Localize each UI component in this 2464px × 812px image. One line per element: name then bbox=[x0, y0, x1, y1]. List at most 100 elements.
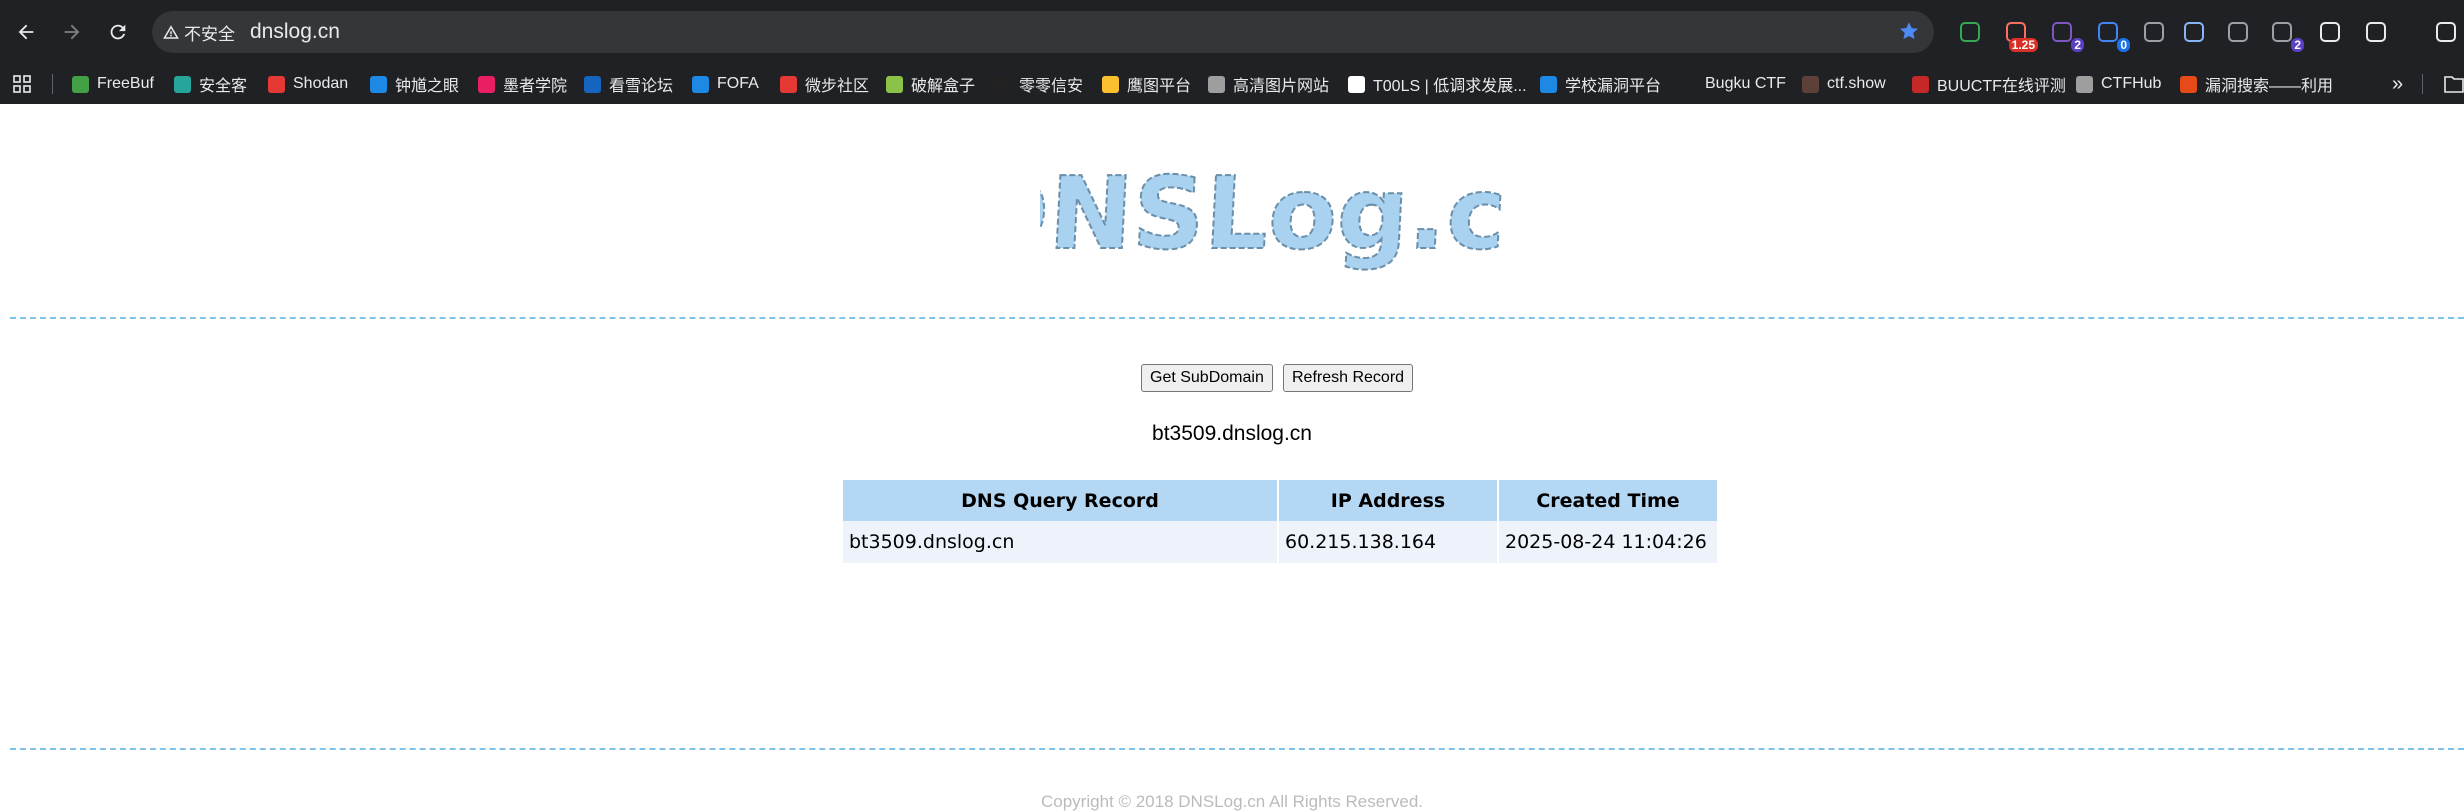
bookmark-favicon-icon bbox=[1208, 75, 1225, 93]
logo-image: DNSLog.cn bbox=[962, 154, 1581, 273]
bookmark-label: Shodan bbox=[293, 75, 349, 92]
bookmark-label: 安全客 bbox=[199, 78, 248, 95]
bookmark-item[interactable]: ctf.show bbox=[1802, 64, 1886, 104]
bookmark-label: 学校漏洞平台 bbox=[1565, 78, 1662, 95]
video-speed-extension-button[interactable]: 1.25 bbox=[2000, 16, 2038, 52]
forward-button[interactable] bbox=[56, 16, 88, 48]
created-time-cell: 2025-08-24 11:04:26 bbox=[1498, 521, 1717, 563]
bookmark-favicon-icon bbox=[174, 75, 191, 93]
bookmark-label: 鹰图平台 bbox=[1127, 78, 1192, 95]
security-indicator[interactable]: 不安全 bbox=[162, 19, 235, 45]
bookmark-favicon-icon bbox=[780, 75, 797, 93]
bookmark-item[interactable]: 鹰图平台 bbox=[1102, 64, 1191, 104]
bookmarks-bar: FreeBuf 安全客 Shodan 钟馗之眼 墨者学院 看雪论坛 FOFA 微步社区 破解盒子… bbox=[0, 64, 2464, 104]
shield-check-extension-icon bbox=[1960, 22, 1980, 42]
bookmark-favicon-icon bbox=[72, 75, 89, 93]
apps-grid-icon bbox=[13, 75, 31, 93]
bookmark-favicon-icon bbox=[268, 75, 285, 93]
reading-list-button[interactable] bbox=[2430, 16, 2462, 48]
chatgpt-extension-button[interactable] bbox=[2314, 16, 2346, 48]
browser-chrome: 不安全 dnslog.cn 1.25 2 0 2 FreeBuf 安全客 Shodan 钟馗… bbox=[0, 0, 2464, 104]
more-bookmarks-button[interactable]: » bbox=[2392, 64, 2403, 104]
folder-icon bbox=[2444, 76, 2464, 93]
security-label: 不安全 bbox=[184, 24, 235, 44]
bookmark-favicon-icon bbox=[2076, 75, 2093, 93]
bookmark-item[interactable]: 破解盒子 bbox=[886, 64, 975, 104]
bookmark-label: 高清图片网站 bbox=[1233, 78, 1330, 95]
proxy-extension-button[interactable] bbox=[2178, 16, 2210, 48]
column-header-ip-address: IP Address bbox=[1278, 480, 1499, 521]
hack-bar-extension-button[interactable]: 2 bbox=[2046, 16, 2084, 52]
cookie-extension-button[interactable]: 0 bbox=[2092, 16, 2130, 52]
bookmark-label: CTFHub bbox=[2101, 75, 2162, 92]
bookmark-item[interactable]: 看雪论坛 bbox=[584, 64, 673, 104]
user-agent-extension-button[interactable]: 2 bbox=[2266, 16, 2304, 52]
logo-text: DNSLog.cn bbox=[1040, 155, 1510, 272]
puzzle-extensions-button[interactable] bbox=[2360, 16, 2392, 48]
reading-list-icon bbox=[2436, 22, 2456, 42]
column-header-dns-query: DNS Query Record bbox=[843, 480, 1279, 521]
bookmark-favicon-icon bbox=[2180, 75, 2197, 93]
glasses-extension-button[interactable] bbox=[2222, 16, 2254, 48]
bookmark-item[interactable]: 钟馗之眼 bbox=[370, 64, 459, 104]
back-button[interactable] bbox=[10, 16, 42, 48]
bookmark-item[interactable]: BUUCTF在线评测 bbox=[1912, 64, 2066, 104]
bookmark-item[interactable]: Shodan bbox=[268, 64, 348, 104]
bookmark-label: T00LS | 低调求发展... bbox=[1373, 78, 1527, 95]
user-agent-extension-icon bbox=[2272, 22, 2292, 42]
bookmark-favicon-icon bbox=[994, 75, 1011, 93]
bookmarks-divider-right bbox=[2422, 74, 2423, 94]
dnslog-logo: DNSLog.cn bbox=[962, 150, 1581, 280]
proxy-extension-icon bbox=[2184, 22, 2204, 42]
arrow-left-icon bbox=[18, 24, 34, 40]
reload-button[interactable] bbox=[102, 16, 134, 48]
bookmark-favicon-icon bbox=[478, 75, 495, 93]
bookmark-label: 墨者学院 bbox=[503, 78, 568, 95]
bookmark-item[interactable]: 漏洞搜索——利用 bbox=[2180, 64, 2333, 104]
shield-check-extension-button[interactable] bbox=[1954, 16, 1986, 48]
bookmark-item[interactable]: 微步社区 bbox=[780, 64, 869, 104]
glasses-extension-icon bbox=[2228, 22, 2248, 42]
bookmark-item[interactable]: FreeBuf bbox=[72, 64, 154, 104]
url-text[interactable]: dnslog.cn bbox=[250, 20, 340, 44]
bookmark-favicon-icon bbox=[584, 75, 601, 93]
dns-query-cell: bt3509.dnslog.cn bbox=[843, 521, 1279, 563]
bookmark-label: FreeBuf bbox=[97, 75, 154, 92]
bookmark-item[interactable]: CTFHub bbox=[2076, 64, 2161, 104]
bookmark-item[interactable]: FOFA bbox=[692, 64, 759, 104]
all-bookmarks-button[interactable] bbox=[2444, 64, 2464, 104]
bookmark-label: 微步社区 bbox=[805, 78, 870, 95]
star-icon bbox=[1900, 22, 1918, 40]
bookmark-favicon-icon bbox=[1802, 75, 1819, 93]
bookmark-label: Bugku CTF bbox=[1705, 75, 1786, 92]
bookmark-item[interactable]: 安全客 bbox=[174, 64, 247, 104]
bookmark-favicon-icon bbox=[1912, 75, 1929, 93]
bookmark-item[interactable]: T00LS | 低调求发展... bbox=[1348, 64, 1527, 104]
bookmark-label: BUUCTF在线评测 bbox=[1937, 78, 2066, 95]
wappalyzer-extension-button[interactable] bbox=[2138, 16, 2170, 48]
address-bar[interactable]: 不安全 dnslog.cn bbox=[152, 11, 1934, 53]
refresh-record-button[interactable]: Refresh Record bbox=[1283, 364, 1414, 392]
bookmark-label: 零零信安 bbox=[1019, 78, 1084, 95]
bookmark-item[interactable]: 墨者学院 bbox=[478, 64, 567, 104]
apps-button[interactable] bbox=[12, 64, 32, 104]
bookmark-label: 钟馗之眼 bbox=[395, 78, 460, 95]
bottom-divider bbox=[10, 748, 2464, 750]
current-subdomain: bt3509.dnslog.cn bbox=[1152, 422, 1312, 445]
get-subdomain-button[interactable]: Get SubDomain bbox=[1141, 364, 1273, 392]
copyright-text: Copyright © 2018 DNSLog.cn All Rights Re… bbox=[1041, 792, 1423, 811]
bookmark-label: 破解盒子 bbox=[911, 78, 976, 95]
bookmark-item[interactable]: Bugku CTF bbox=[1680, 64, 1786, 104]
wappalyzer-extension-icon bbox=[2144, 22, 2164, 42]
bookmark-label: 漏洞搜索——利用 bbox=[2205, 78, 2334, 95]
bookmark-star-button[interactable] bbox=[1898, 20, 1920, 47]
column-header-created-time: Created Time bbox=[1498, 480, 1717, 521]
bookmark-favicon-icon bbox=[692, 75, 709, 93]
bookmark-label: ctf.show bbox=[1827, 75, 1886, 92]
hack-bar-extension-icon bbox=[2052, 22, 2072, 42]
bookmark-item[interactable]: 高清图片网站 bbox=[1208, 64, 1329, 104]
extension-badge: 1.25 bbox=[2008, 38, 2038, 52]
bookmark-item[interactable]: 学校漏洞平台 bbox=[1540, 64, 1661, 104]
bookmark-item[interactable]: 零零信安 bbox=[994, 64, 1083, 104]
cookie-extension-icon bbox=[2098, 22, 2118, 42]
